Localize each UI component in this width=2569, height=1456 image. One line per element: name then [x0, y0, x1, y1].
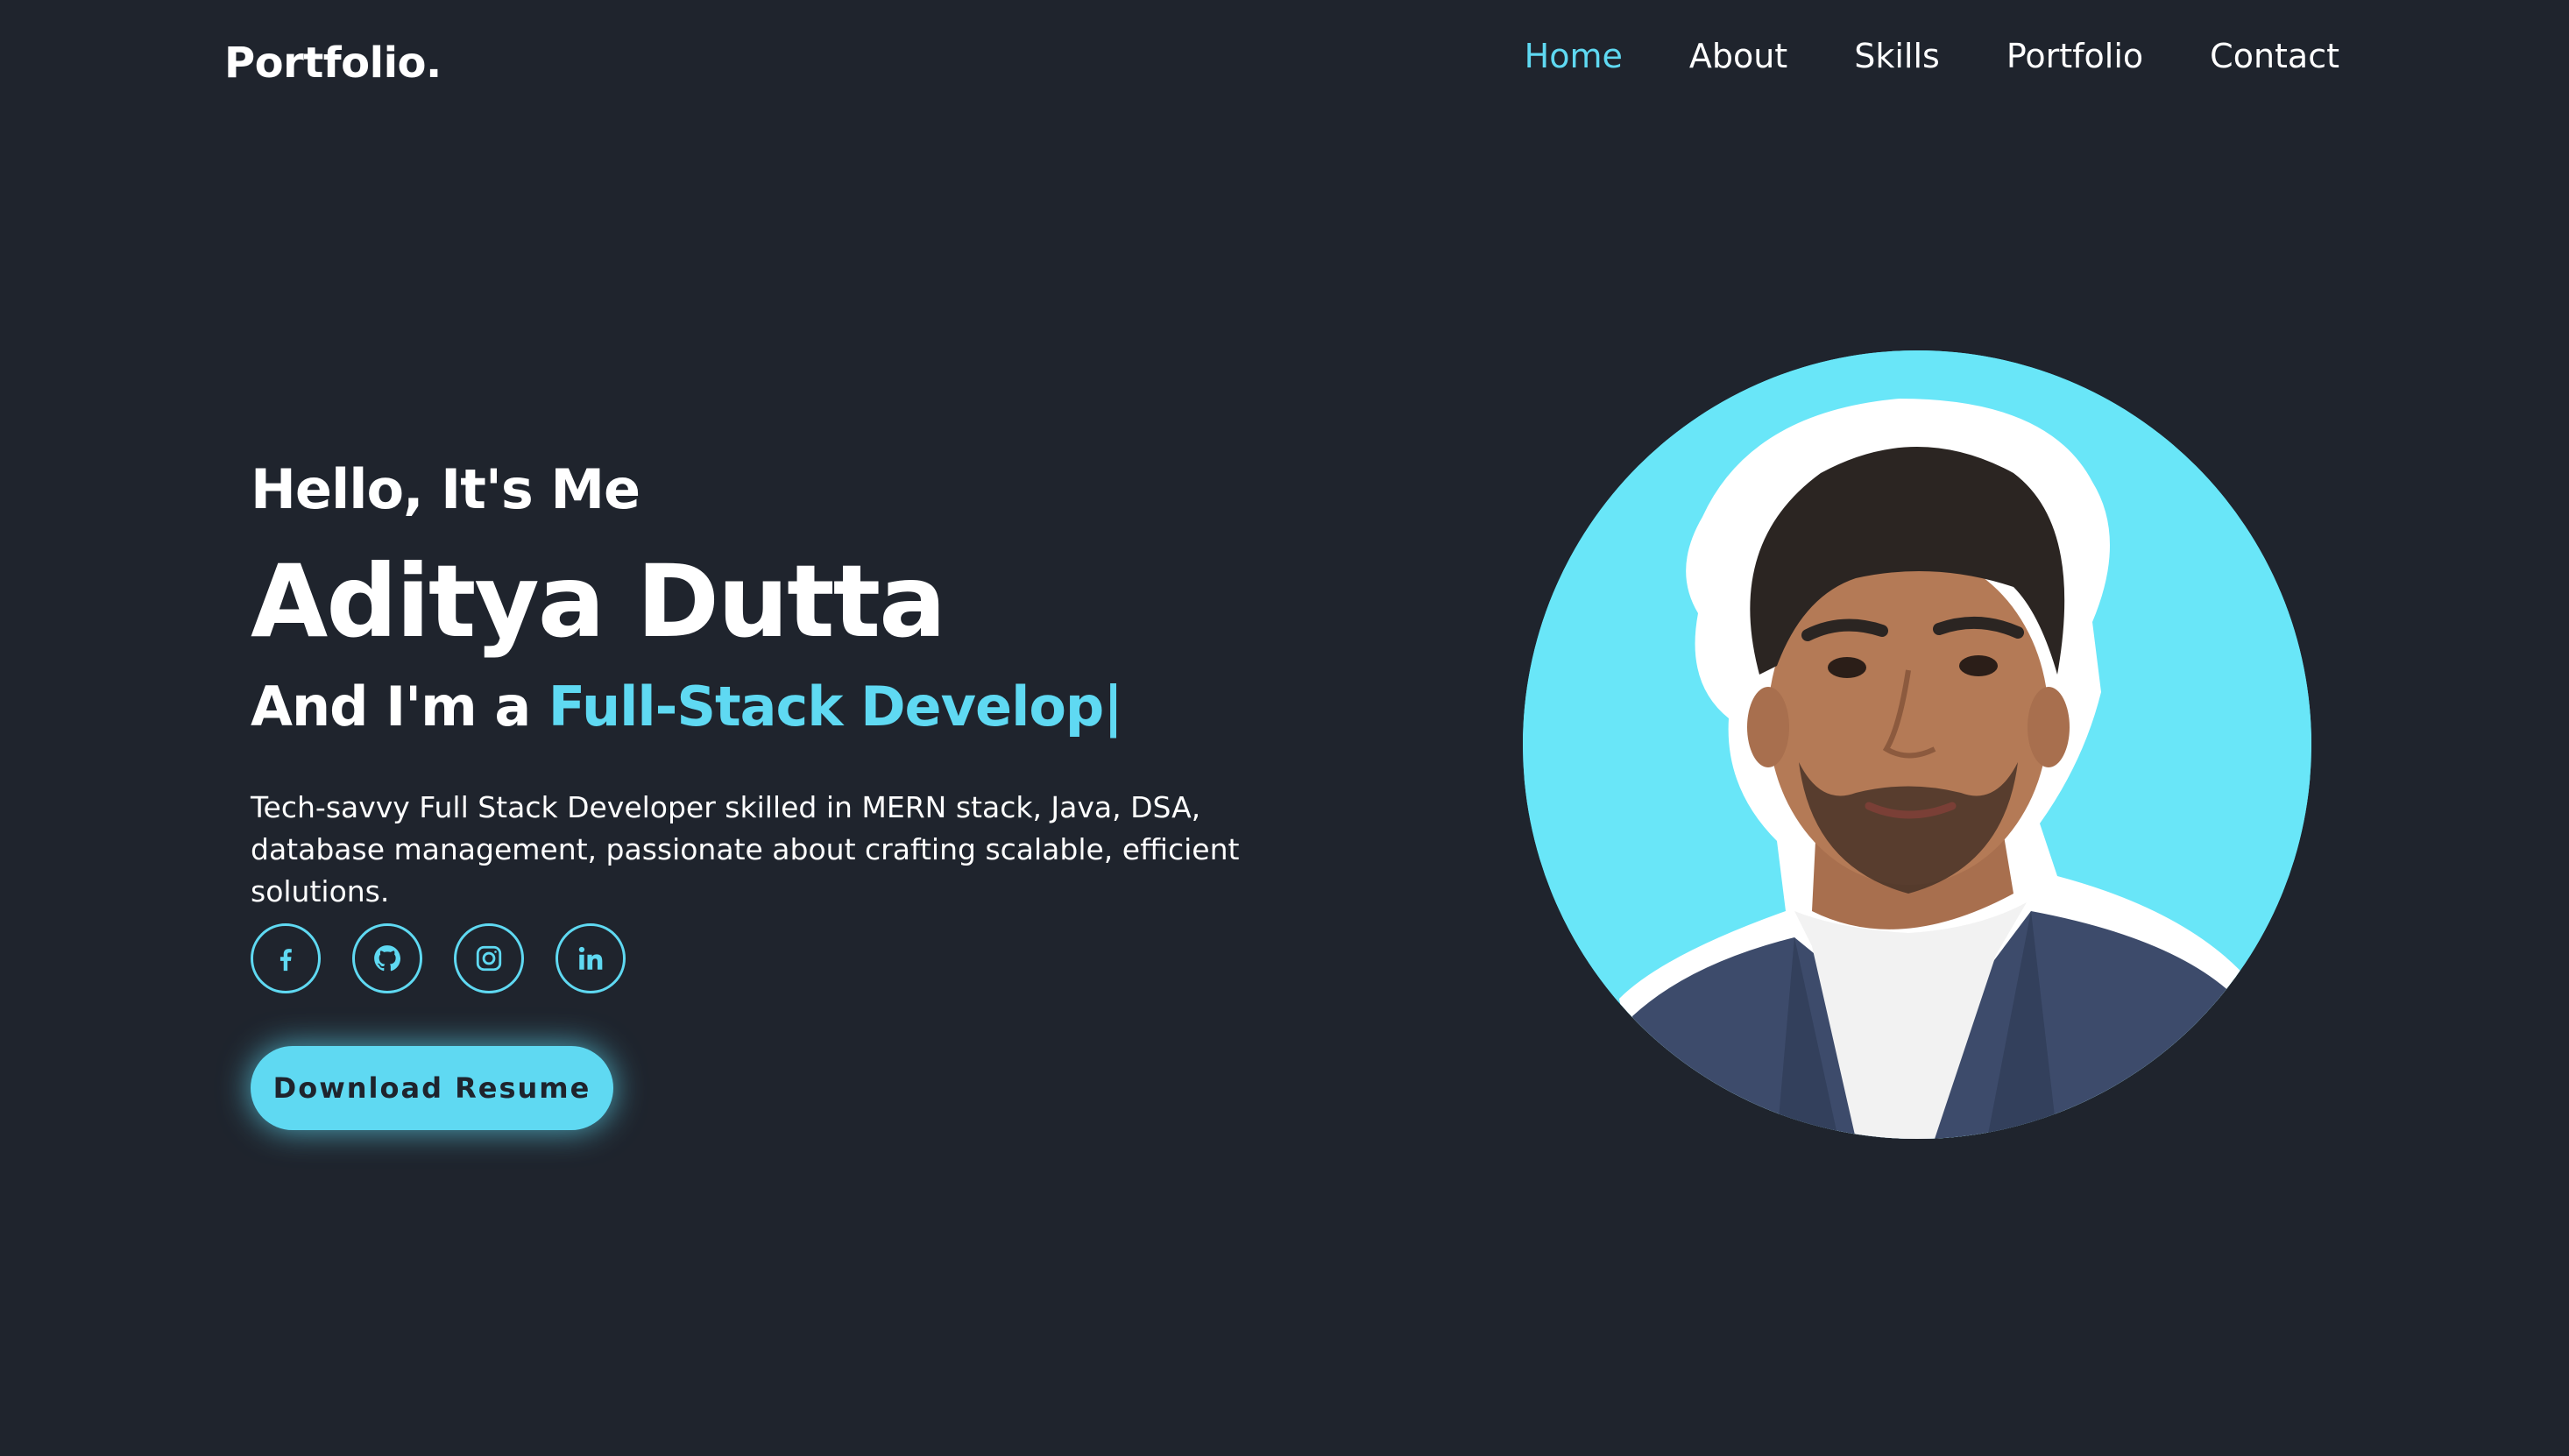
nav-link-contact[interactable]: Contact — [2210, 37, 2339, 75]
nav-link-skills[interactable]: Skills — [1854, 37, 1940, 75]
instagram-link[interactable] — [454, 923, 524, 993]
linkedin-link[interactable] — [556, 923, 626, 993]
hero-description: Tech-savvy Full Stack Developer skilled … — [251, 790, 1240, 908]
role-typed-text: Full-Stack Develop — [548, 675, 1105, 739]
hero-role: And I'm a Full-Stack Develop| — [251, 675, 1123, 739]
hero-greeting: Hello, It's Me — [251, 457, 640, 521]
site-header: Portfolio. Home About Skills Portfolio C… — [0, 0, 2569, 123]
facebook-icon — [280, 949, 292, 972]
profile-photo — [1523, 350, 2311, 1139]
site-logo[interactable]: Portfolio. — [224, 39, 442, 88]
role-prefix: And I'm a — [251, 675, 548, 739]
download-resume-button[interactable]: Download Resume — [251, 1046, 613, 1130]
facebook-link[interactable] — [251, 923, 321, 993]
github-link[interactable] — [352, 923, 422, 993]
hero-name: Aditya Dutta — [251, 543, 946, 660]
profile-illustration — [1523, 350, 2311, 1139]
linkedin-icon — [578, 946, 603, 970]
main-nav: Home About Skills Portfolio Contact — [1525, 37, 2339, 75]
github-icon — [374, 945, 401, 972]
nav-link-portfolio[interactable]: Portfolio — [2006, 37, 2143, 75]
instagram-icon — [476, 945, 502, 972]
social-links — [251, 923, 626, 993]
nav-link-about[interactable]: About — [1689, 37, 1787, 75]
nav-link-home[interactable]: Home — [1525, 37, 1623, 75]
typing-cursor: | — [1103, 675, 1123, 739]
